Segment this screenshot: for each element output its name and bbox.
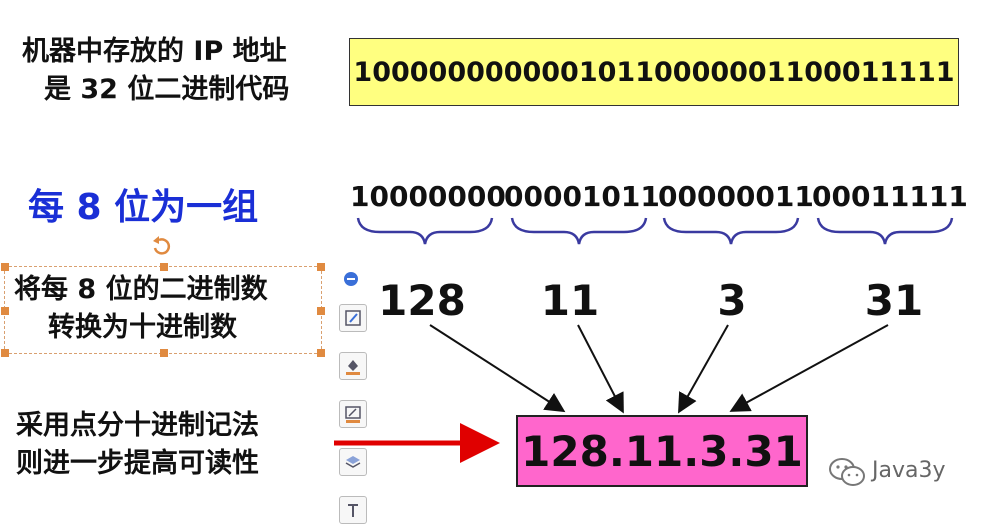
braces	[356, 217, 954, 245]
brace-3	[662, 217, 800, 245]
fill-icon[interactable]	[339, 352, 367, 380]
resize-handle[interactable]	[1, 307, 9, 315]
wechat-icon	[829, 458, 865, 486]
decimal-2: 11	[540, 276, 600, 325]
resize-handle[interactable]	[1, 263, 9, 271]
watermark-text: Java3y	[872, 458, 946, 483]
resize-handle[interactable]	[1, 349, 9, 357]
resize-handle[interactable]	[317, 263, 325, 271]
decimal-1: 128	[378, 276, 466, 325]
rotate-handle-icon[interactable]	[150, 234, 172, 258]
edit-icon[interactable]	[339, 304, 367, 332]
layers-icon[interactable]	[339, 448, 367, 476]
dotted-label-line1: 采用点分十进制记法	[16, 410, 259, 441]
arrow-31	[729, 324, 889, 412]
arrow-128	[429, 324, 566, 413]
arrow-3	[678, 324, 729, 414]
convergence-arrows	[429, 324, 889, 414]
resize-handle[interactable]	[317, 307, 325, 315]
resize-handle[interactable]	[160, 263, 168, 271]
convert-label-line1: 将每 8 位的二进制数	[14, 274, 268, 305]
brace-1	[356, 217, 494, 245]
resize-handle[interactable]	[160, 349, 168, 357]
resize-handle[interactable]	[317, 349, 325, 357]
convert-label-line2: 转换为十进制数	[48, 312, 237, 343]
pen-icon[interactable]	[339, 400, 367, 428]
brace-2	[510, 217, 648, 245]
decimal-3: 3	[717, 276, 747, 325]
arrow-11	[577, 324, 624, 414]
dotted-label-line2: 则进一步提高可读性	[16, 448, 259, 479]
brace-4	[816, 217, 954, 245]
decimal-4: 31	[864, 276, 924, 325]
text-icon[interactable]	[339, 496, 367, 524]
dotted-decimal-result: 128.11.3.31	[516, 415, 808, 487]
collapse-icon[interactable]	[344, 272, 358, 286]
